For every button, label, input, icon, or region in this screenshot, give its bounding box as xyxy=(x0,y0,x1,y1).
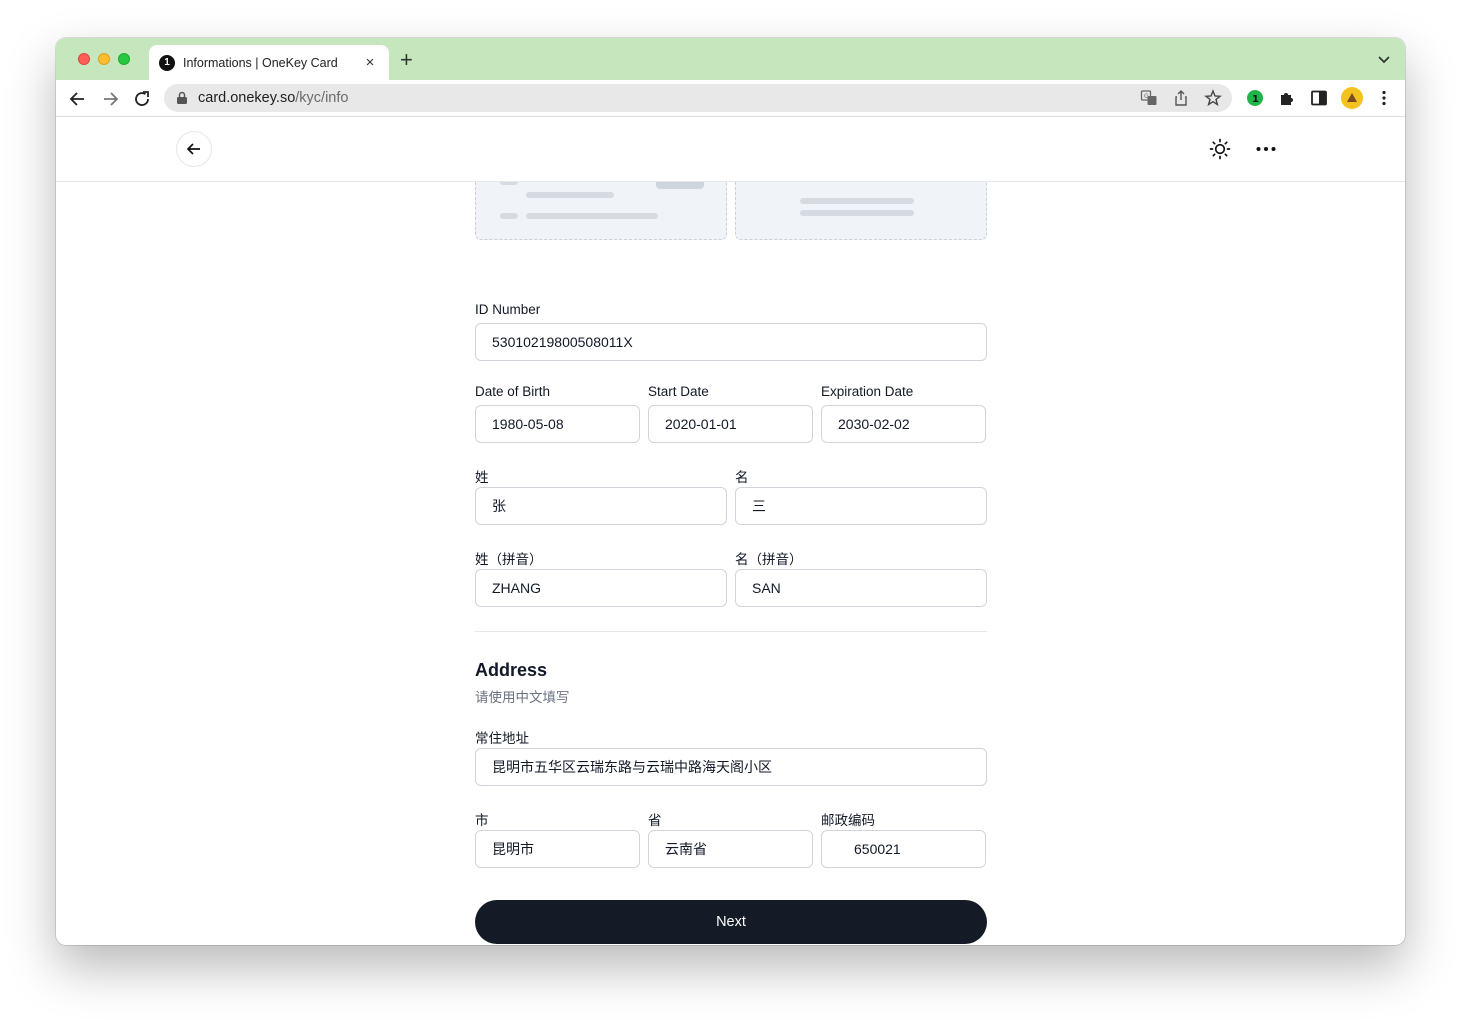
onekey-logo-icon: 1 xyxy=(159,54,175,71)
app-header xyxy=(56,117,1405,182)
section-divider xyxy=(475,631,987,632)
url-host: card.onekey.so xyxy=(198,90,296,106)
arrow-left-icon xyxy=(186,143,200,155)
lock-icon xyxy=(177,91,187,104)
date-of-birth-input[interactable]: 1980-05-08 xyxy=(475,405,640,443)
date-of-birth-label: Date of Birth xyxy=(475,384,551,399)
share-icon[interactable] xyxy=(1172,89,1190,107)
city-label: 市 xyxy=(475,813,489,828)
back-arrow-icon[interactable] xyxy=(68,89,88,109)
back-button[interactable] xyxy=(176,131,212,167)
surname-pinyin-label: 姓（拼音） xyxy=(475,552,543,567)
bookmark-star-icon[interactable] xyxy=(1204,89,1222,107)
surname-label: 姓 xyxy=(475,470,489,485)
postal-code-input[interactable]: 650021 xyxy=(821,830,986,868)
svg-text:G: G xyxy=(1144,93,1149,100)
browser-toolbar: card.onekey.so/kyc/info G 1 xyxy=(56,80,1405,117)
new-tab-button[interactable]: + xyxy=(400,49,413,71)
kyc-form-area: ID Number 53010219800508011X Date of Bir… xyxy=(56,182,1405,945)
side-panel-icon[interactable] xyxy=(1310,89,1328,107)
browser-menu-icon[interactable] xyxy=(1376,89,1392,107)
onekey-extension-icon[interactable]: 1 xyxy=(1246,89,1264,107)
surname-input[interactable]: 张 xyxy=(475,487,727,525)
residence-address-input[interactable]: 昆明市五华区云瑞东路与云瑞中路海天阁小区 xyxy=(475,748,987,786)
more-options-icon[interactable] xyxy=(1255,138,1277,160)
id-number-label: ID Number xyxy=(475,302,541,317)
id-card-front-illustration xyxy=(475,182,727,240)
tab-close-icon[interactable]: × xyxy=(361,54,379,71)
expiration-date-input[interactable]: 2030-02-02 xyxy=(821,405,986,443)
residence-address-label: 常住地址 xyxy=(475,731,529,746)
postal-code-label: 邮政编码 xyxy=(821,813,875,828)
sun-icon[interactable] xyxy=(1209,138,1231,160)
start-date-label: Start Date xyxy=(648,384,709,399)
tab-title: Informations | OneKey Card xyxy=(183,55,338,70)
given-name-pinyin-input[interactable]: SAN xyxy=(735,569,987,607)
browser-window: 1 Informations | OneKey Card × + card.on… xyxy=(56,38,1405,945)
given-name-input[interactable]: 三 xyxy=(735,487,987,525)
svg-text:1: 1 xyxy=(1252,94,1259,105)
minimize-window-button[interactable] xyxy=(98,53,110,65)
city-input[interactable]: 昆明市 xyxy=(475,830,640,868)
province-label: 省 xyxy=(648,813,662,828)
url-path: /kyc/info xyxy=(295,90,349,106)
province-input[interactable]: 云南省 xyxy=(648,830,813,868)
next-button[interactable]: Next xyxy=(475,900,987,944)
browser-tab[interactable]: 1 Informations | OneKey Card × xyxy=(149,45,389,80)
address-section-title: Address xyxy=(475,660,548,680)
translate-icon[interactable]: G xyxy=(1140,89,1158,107)
profile-avatar-icon[interactable] xyxy=(1340,86,1364,110)
reload-icon[interactable] xyxy=(132,89,152,109)
given-name-pinyin-label: 名（拼音） xyxy=(735,552,803,567)
surname-pinyin-input[interactable]: ZHANG xyxy=(475,569,727,607)
maximize-window-button[interactable] xyxy=(118,53,130,65)
address-bar[interactable]: card.onekey.so/kyc/info G xyxy=(164,84,1232,112)
given-name-label: 名 xyxy=(735,470,749,485)
forward-arrow-icon[interactable] xyxy=(100,89,120,109)
close-window-button[interactable] xyxy=(78,53,90,65)
chevron-down-icon[interactable] xyxy=(1377,52,1391,66)
tab-bar: 1 Informations | OneKey Card × + xyxy=(56,38,1405,80)
id-card-back-illustration xyxy=(735,182,987,240)
address-section-subtitle: 请使用中文填写 xyxy=(475,690,570,705)
extensions-puzzle-icon[interactable] xyxy=(1278,89,1296,107)
id-number-input[interactable]: 53010219800508011X xyxy=(475,323,987,361)
expiration-date-label: Expiration Date xyxy=(821,384,914,399)
start-date-input[interactable]: 2020-01-01 xyxy=(648,405,813,443)
